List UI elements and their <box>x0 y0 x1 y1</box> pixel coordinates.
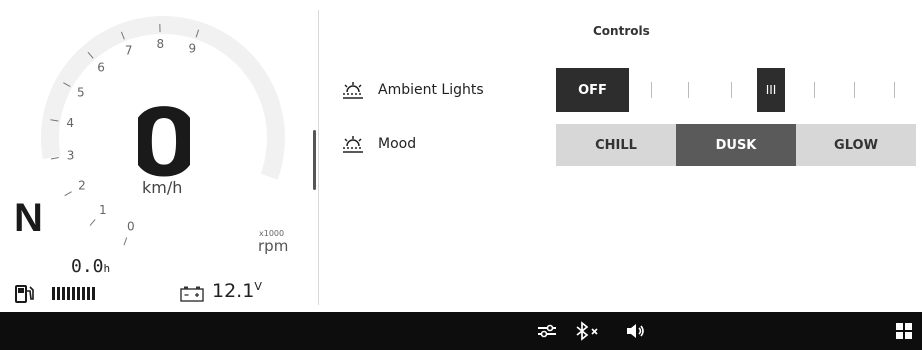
fuel-bar <box>77 287 80 300</box>
speed-value: 0 <box>138 96 190 182</box>
tach-label: 7 <box>125 43 133 57</box>
ambient-lights-slider-thumb[interactable]: III <box>757 68 785 112</box>
fuel-level-bars <box>52 287 95 300</box>
tach-tick <box>50 157 59 160</box>
rpm-unit: rpm <box>258 237 289 255</box>
trip-hours: 0.0h <box>71 256 110 277</box>
mood-option-dusk[interactable]: DUSK <box>676 124 796 166</box>
fuel-bar <box>52 287 55 300</box>
fuel-bar <box>82 287 85 300</box>
tach-label: 3 <box>67 148 75 162</box>
speed-unit: km/h <box>142 178 183 197</box>
controls-title: Controls <box>593 24 650 38</box>
mood-option-glow[interactable]: GLOW <box>796 124 916 166</box>
slider-tick <box>688 82 689 98</box>
slider-tick <box>894 82 895 98</box>
tach-tick <box>123 237 128 246</box>
ambient-lights-off-button[interactable]: OFF <box>556 68 629 112</box>
settings-sliders-icon[interactable] <box>536 321 558 341</box>
slider-tick <box>731 82 732 98</box>
tach-label: 5 <box>77 85 85 99</box>
mood-text: Mood <box>378 136 417 152</box>
ambient-light-icon <box>343 136 363 153</box>
tach-tick <box>89 219 96 226</box>
slider-tick <box>854 82 855 98</box>
voltage-unit: V <box>254 280 262 293</box>
tach-tick <box>64 191 72 197</box>
fuel-bar <box>87 287 90 300</box>
fuel-bar <box>62 287 65 300</box>
fuel-bar <box>72 287 75 300</box>
bluetooth-off-icon[interactable] <box>574 321 602 341</box>
tach-label: 6 <box>97 60 105 74</box>
tach-label: 0 <box>127 219 135 233</box>
ambient-lights-text: Ambient Lights <box>378 82 484 98</box>
svg-text:0: 0 <box>138 96 190 182</box>
battery-voltage: 12.1V <box>212 280 262 302</box>
tach-label: 9 <box>189 42 197 56</box>
trip-unit: h <box>103 262 111 275</box>
tach-label: 4 <box>66 116 74 130</box>
fuel-pump-icon <box>15 285 34 303</box>
slider-tick <box>651 82 652 98</box>
ambient-light-icon <box>343 82 363 99</box>
ambient-lights-slider[interactable]: OFF III <box>556 68 916 112</box>
fuel-bar <box>57 287 60 300</box>
voltage-value: 12.1 <box>212 280 255 302</box>
mood-option-chill[interactable]: CHILL <box>556 124 676 166</box>
fuel-bar <box>67 287 70 300</box>
mood-label: Mood <box>340 124 416 164</box>
mood-selector: CHILL DUSK GLOW <box>556 124 916 166</box>
gear-indicator: N <box>14 196 43 240</box>
apps-grid-icon[interactable] <box>894 321 914 341</box>
tach-label: 8 <box>157 37 165 51</box>
panel-divider <box>318 10 319 305</box>
trip-value: 0.0 <box>71 256 104 277</box>
fuel-bar <box>92 287 95 300</box>
battery-icon <box>180 286 204 302</box>
ambient-lights-label: Ambient Lights <box>340 70 484 110</box>
slider-tick <box>814 82 815 98</box>
volume-icon[interactable] <box>624 321 648 341</box>
bottom-bar <box>0 312 922 350</box>
tach-label: 1 <box>99 203 107 217</box>
panel-resize-handle[interactable] <box>313 130 316 190</box>
tach-label: 2 <box>78 179 86 193</box>
instrument-cluster: 0123456789 0 km/h N x1000 rpm 0.0h 12.1V <box>0 0 318 312</box>
